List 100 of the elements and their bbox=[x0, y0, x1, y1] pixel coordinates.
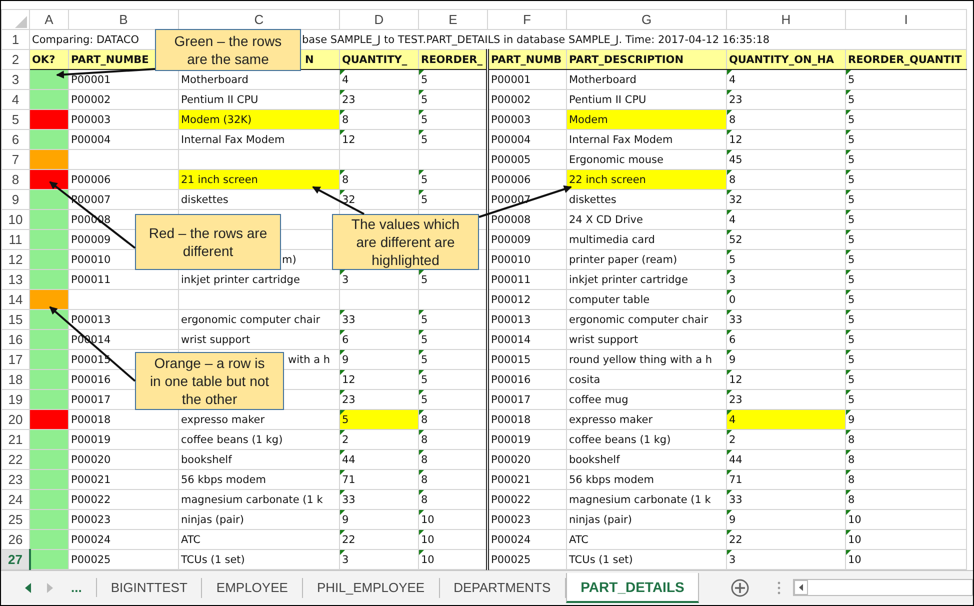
cell-text: 5 bbox=[848, 374, 855, 386]
cell-text: 9 bbox=[342, 514, 349, 526]
cell-text: TCUs (1 set) bbox=[181, 554, 245, 566]
row-header[interactable]: 10 bbox=[2, 210, 30, 230]
row-header[interactable]: 11 bbox=[2, 230, 30, 250]
sheet-tab[interactable]: EMPLOYEE bbox=[202, 578, 303, 598]
cell-text: 5 bbox=[421, 394, 428, 406]
column-header[interactable]: C bbox=[178, 10, 340, 30]
cell-text: P00024 bbox=[491, 534, 531, 546]
column-title: OK? bbox=[30, 50, 68, 70]
row-header[interactable]: 27 bbox=[2, 550, 30, 570]
column-header[interactable]: I bbox=[846, 10, 966, 30]
column-header[interactable]: E bbox=[418, 10, 488, 30]
cell-text: diskettes bbox=[181, 194, 228, 206]
cell-text: 5 bbox=[848, 234, 855, 246]
cell-text: inkjet printer cartridge bbox=[569, 274, 688, 286]
cell-text: P00020 bbox=[71, 454, 111, 466]
column-header[interactable]: F bbox=[488, 10, 566, 30]
row-header[interactable]: 2 bbox=[2, 50, 30, 70]
row-header[interactable]: 9 bbox=[2, 190, 30, 210]
row-header[interactable]: 5 bbox=[2, 110, 30, 130]
row-header[interactable]: 7 bbox=[2, 150, 30, 170]
cell-text: 45 bbox=[729, 154, 742, 166]
cell-text: Motherboard bbox=[181, 74, 248, 86]
cell-text: wrist support bbox=[569, 334, 638, 346]
row-header[interactable]: 24 bbox=[2, 490, 30, 510]
cell-text: 5 bbox=[848, 334, 855, 346]
sheet-tab[interactable]: PHIL_EMPLOYEE bbox=[302, 578, 440, 598]
cell-text: 22 bbox=[729, 534, 742, 546]
cell-text: 8 bbox=[342, 114, 349, 126]
row-header[interactable]: 15 bbox=[2, 310, 30, 330]
cell-text: P00004 bbox=[71, 134, 111, 146]
row-header[interactable]: 4 bbox=[2, 90, 30, 110]
cell-text: 10 bbox=[421, 554, 434, 566]
cell-text: 3 bbox=[729, 274, 736, 286]
cell-text: 5 bbox=[848, 194, 855, 206]
horizontal-scrollbar[interactable] bbox=[793, 579, 973, 596]
cell-text: 33 bbox=[729, 314, 742, 326]
error-indicator-icon bbox=[419, 310, 424, 315]
column-header[interactable]: A bbox=[30, 10, 68, 30]
cell-text: ergonomic computer chair bbox=[569, 314, 708, 326]
row-header[interactable]: 16 bbox=[2, 330, 30, 350]
row-header[interactable]: 21 bbox=[2, 430, 30, 450]
splitter-handle-icon bbox=[777, 580, 782, 594]
row-header[interactable]: 19 bbox=[2, 390, 30, 410]
cell-text: P00014 bbox=[491, 334, 531, 346]
cell-text: Modem (32K) bbox=[181, 114, 252, 126]
row-header[interactable]: 23 bbox=[2, 470, 30, 490]
error-indicator-icon bbox=[727, 390, 732, 395]
cell-text: 5 bbox=[421, 114, 428, 126]
cell-text: P00010 bbox=[491, 254, 531, 266]
cell-text: Pentium II CPU bbox=[181, 94, 258, 106]
callout: Orange – a row is in one table but not the other bbox=[135, 352, 284, 410]
row-header[interactable]: 12 bbox=[2, 250, 30, 270]
row-header[interactable]: 20 bbox=[2, 410, 30, 430]
cell-text: 3 bbox=[342, 274, 349, 286]
cell-text: 24 X CD Drive bbox=[569, 214, 643, 226]
column-header[interactable]: G bbox=[566, 10, 726, 30]
row-header[interactable]: 6 bbox=[2, 130, 30, 150]
row-header[interactable]: 18 bbox=[2, 370, 30, 390]
row-header[interactable]: 22 bbox=[2, 450, 30, 470]
row-header[interactable]: 8 bbox=[2, 170, 30, 190]
row-header[interactable]: 14 bbox=[2, 290, 30, 310]
row-header[interactable]: 17 bbox=[2, 350, 30, 370]
error-indicator-icon bbox=[846, 270, 851, 275]
column-header[interactable]: H bbox=[726, 10, 846, 30]
cell-text: 10 bbox=[848, 554, 862, 566]
row-header[interactable]: 26 bbox=[2, 530, 30, 550]
error-indicator-icon bbox=[419, 550, 424, 555]
cell-text: P00020 bbox=[491, 454, 531, 466]
cell-text: 8 bbox=[848, 454, 855, 466]
row-header[interactable]: 1 bbox=[2, 30, 30, 50]
error-indicator-icon bbox=[846, 130, 851, 135]
sheet-tab[interactable]: BIGINTTEST bbox=[96, 578, 202, 598]
cell-text: 44 bbox=[729, 454, 742, 466]
error-indicator-icon bbox=[846, 190, 851, 195]
column-header[interactable]: B bbox=[68, 10, 178, 30]
cell-text: P00015 bbox=[71, 354, 111, 366]
error-indicator-icon bbox=[419, 450, 424, 455]
more-sheets-button[interactable]: ... bbox=[61, 578, 97, 598]
error-indicator-icon bbox=[846, 350, 851, 355]
row-header[interactable]: 3 bbox=[2, 70, 30, 90]
error-indicator-icon bbox=[340, 510, 345, 515]
error-indicator-icon bbox=[419, 430, 424, 435]
cell-text: magnesium carbonate (1 k bbox=[569, 494, 711, 506]
cell-text: TCUs (1 set) bbox=[569, 554, 633, 566]
cell-text: 23 bbox=[342, 394, 356, 406]
row-header[interactable]: 13 bbox=[2, 270, 30, 290]
error-indicator-icon bbox=[727, 350, 732, 355]
error-indicator-icon bbox=[419, 350, 424, 355]
callout: Green – the rows are the same bbox=[155, 29, 301, 71]
sheet-tab[interactable]: PART_DETAILS bbox=[566, 572, 700, 602]
cell-text: diskettes bbox=[569, 194, 616, 206]
cell-text: P00022 bbox=[491, 494, 531, 506]
cell-text: P00019 bbox=[71, 434, 111, 446]
error-indicator-icon bbox=[727, 150, 732, 155]
error-indicator-icon bbox=[340, 490, 345, 495]
column-header[interactable]: D bbox=[340, 10, 418, 30]
error-indicator-icon bbox=[340, 450, 345, 455]
row-header[interactable]: 25 bbox=[2, 510, 30, 530]
